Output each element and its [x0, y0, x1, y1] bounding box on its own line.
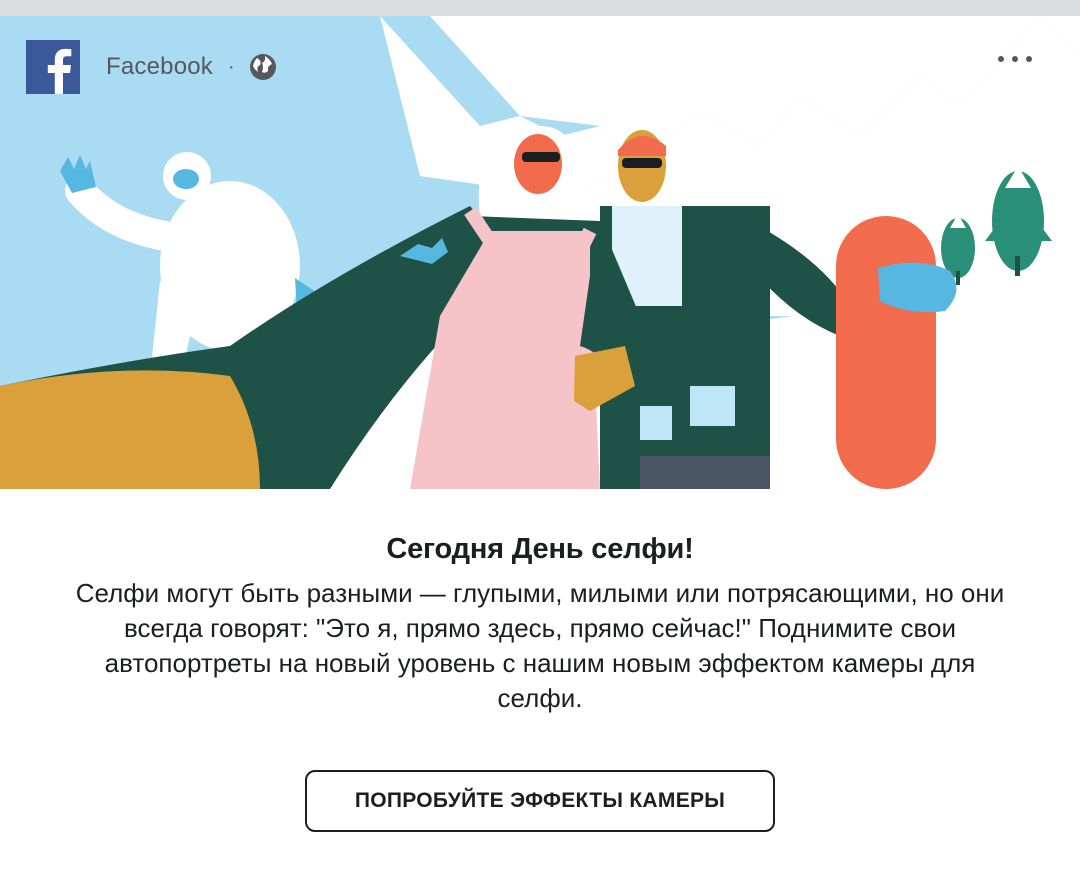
try-camera-effects-button[interactable]: ПОПРОБУЙТЕ ЭФФЕКТЫ КАМЕРЫ — [305, 770, 775, 832]
post-body: Сегодня День селфи! Селфи могут быть раз… — [0, 489, 1080, 832]
more-options-icon[interactable] — [998, 56, 1032, 62]
app-name[interactable]: Facebook — [106, 53, 213, 81]
header-separator: · — [228, 55, 235, 78]
post-description: Селфи могут быть разными — глупыми, милы… — [75, 578, 1005, 713]
facebook-logo-icon[interactable] — [26, 40, 80, 94]
globe-icon[interactable] — [248, 52, 278, 82]
more-dot — [998, 56, 1004, 62]
more-dot — [1012, 56, 1018, 62]
post-header: Facebook · — [26, 40, 278, 94]
post-card: Facebook · Сегодня День селфи! Селфи мог… — [0, 16, 1080, 884]
more-dot — [1026, 56, 1032, 62]
post-title: Сегодня День селфи! — [386, 533, 694, 565]
